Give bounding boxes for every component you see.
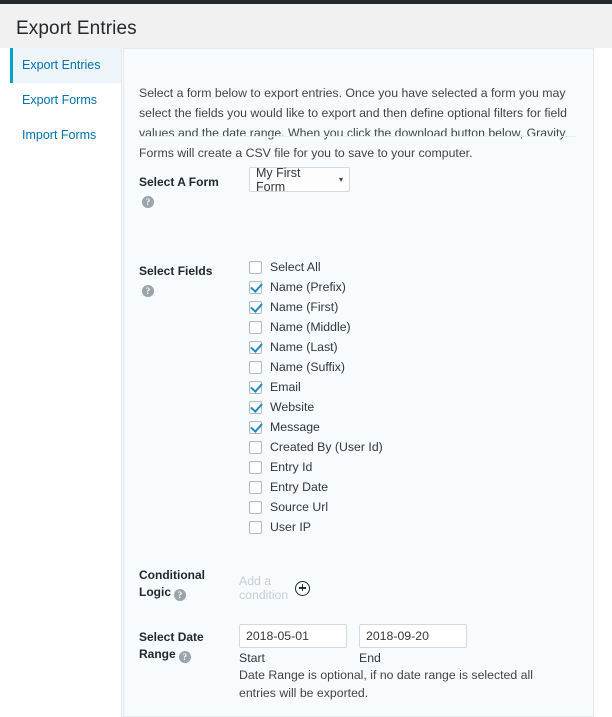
field-checkbox-label: Name (First) <box>270 301 338 313</box>
checkbox-unchecked-icon[interactable] <box>249 261 262 274</box>
checkbox-unchecked-icon[interactable] <box>249 321 262 334</box>
checkbox-checked-icon[interactable] <box>249 421 262 434</box>
date-range-label-line1: Select Date <box>139 630 204 644</box>
field-checkbox-item[interactable]: Name (Suffix) <box>249 357 529 377</box>
field-checkbox-item[interactable]: Name (Middle) <box>249 317 529 337</box>
field-checkbox-label: Name (Middle) <box>270 321 351 333</box>
select-fields-label: Select Fields? <box>139 263 227 298</box>
select-date-range-label: Select Date Range? <box>139 629 227 664</box>
field-checkbox-item[interactable]: Name (Prefix) <box>249 277 529 297</box>
date-range-note: Date Range is optional, if no date range… <box>239 666 569 703</box>
field-checkbox-item[interactable]: Entry Id <box>249 457 529 477</box>
chevron-down-icon: ▾ <box>339 175 343 184</box>
help-circle-icon[interactable]: ? <box>142 196 154 208</box>
form-select-dropdown[interactable]: My First Form ▾ <box>249 167 350 192</box>
field-checkbox-item[interactable]: User IP <box>249 517 529 537</box>
field-checkbox-item[interactable]: Source Url <box>249 497 529 517</box>
checkbox-unchecked-icon[interactable] <box>249 461 262 474</box>
field-checkbox-label: Source Url <box>270 501 328 513</box>
field-checkbox-item[interactable]: Entry Date <box>249 477 529 497</box>
start-date-sublabel: Start <box>239 651 347 665</box>
checkbox-unchecked-icon[interactable] <box>249 481 262 494</box>
form-select-value: My First Form <box>256 166 327 194</box>
help-circle-icon[interactable]: ? <box>179 651 191 663</box>
field-checkbox-item[interactable]: Email <box>249 377 529 397</box>
date-range-label-line2: Range <box>139 647 176 661</box>
help-circle-icon[interactable]: ? <box>142 285 154 297</box>
checkbox-unchecked-icon[interactable] <box>249 441 262 454</box>
section-divider <box>139 136 576 137</box>
field-checkbox-label: Select All <box>270 261 321 273</box>
plus-circle-icon[interactable] <box>295 581 310 596</box>
field-checkbox-label: Name (Suffix) <box>270 361 345 373</box>
date-sublabels: Start End <box>239 651 579 665</box>
checkbox-checked-icon[interactable] <box>249 381 262 394</box>
field-checkbox-item[interactable]: Created By (User Id) <box>249 437 529 457</box>
sidebar-item-export-forms[interactable]: Export Forms <box>10 83 121 118</box>
export-form-panel: Select a form below to export entries. O… <box>123 48 594 717</box>
sidebar-item-label: Export Forms <box>22 93 97 107</box>
field-checkbox-label: Created By (User Id) <box>270 441 383 453</box>
checkbox-checked-icon[interactable] <box>249 341 262 354</box>
end-date-sublabel: End <box>359 651 467 665</box>
conditional-logic-label-line2: Logic <box>139 585 171 599</box>
add-condition-label: Add a condition <box>239 574 288 602</box>
checkbox-unchecked-icon[interactable] <box>249 521 262 534</box>
field-checkbox-label: Email <box>270 381 301 393</box>
field-checkbox-item[interactable]: Message <box>249 417 529 437</box>
conditional-logic-label: Conditional Logic? <box>139 567 227 602</box>
field-checkbox-item[interactable]: Name (First) <box>249 297 529 317</box>
start-date-input[interactable] <box>239 624 347 648</box>
checkbox-unchecked-icon[interactable] <box>249 361 262 374</box>
field-checkbox-item[interactable]: Website <box>249 397 529 417</box>
help-circle-icon[interactable]: ? <box>174 589 186 601</box>
conditional-logic-label-line1: Conditional <box>139 568 205 582</box>
field-checkbox-label: Message <box>270 421 320 433</box>
field-checkbox-label: User IP <box>270 521 311 533</box>
select-fields-label-text: Select Fields <box>139 264 212 278</box>
sidebar-item-label: Import Forms <box>22 128 96 142</box>
select-a-form-label-text: Select A Form <box>139 175 219 189</box>
field-checkbox-label: Entry Id <box>270 461 312 473</box>
page-title: Export Entries <box>16 17 137 42</box>
sidebar-nav: Export Entries Export Forms Import Forms <box>10 48 122 717</box>
checkbox-checked-icon[interactable] <box>249 401 262 414</box>
field-checkbox-label: Website <box>270 401 314 413</box>
select-a-form-label: Select A Form? <box>139 174 227 209</box>
export-entries-screen: Export Entries Export Entries Export For… <box>0 0 612 717</box>
field-checkbox-label: Name (Prefix) <box>270 281 346 293</box>
admin-bar-strip <box>0 0 612 4</box>
sidebar-item-import-forms[interactable]: Import Forms <box>10 118 121 153</box>
date-inputs-group <box>239 624 579 648</box>
sidebar-item-label: Export Entries <box>22 58 101 72</box>
add-condition-button[interactable]: Add a condition <box>239 574 310 602</box>
checkbox-unchecked-icon[interactable] <box>249 501 262 514</box>
end-date-input[interactable] <box>359 624 467 648</box>
sidebar-item-export-entries[interactable]: Export Entries <box>10 48 121 83</box>
field-checkbox-item[interactable]: Name (Last) <box>249 337 529 357</box>
field-checkbox-label: Name (Last) <box>270 341 338 353</box>
field-checkbox-item[interactable]: Select All <box>249 257 529 277</box>
checkbox-checked-icon[interactable] <box>249 301 262 314</box>
export-fields-checkbox-list: Select All Name (Prefix) Name (First) Name … <box>249 257 529 537</box>
checkbox-checked-icon[interactable] <box>249 281 262 294</box>
date-range-controls: Start End Date Range is optional, if no … <box>239 624 579 703</box>
intro-paragraph: Select a form below to export entries. O… <box>139 84 575 164</box>
field-checkbox-label: Entry Date <box>270 481 328 493</box>
